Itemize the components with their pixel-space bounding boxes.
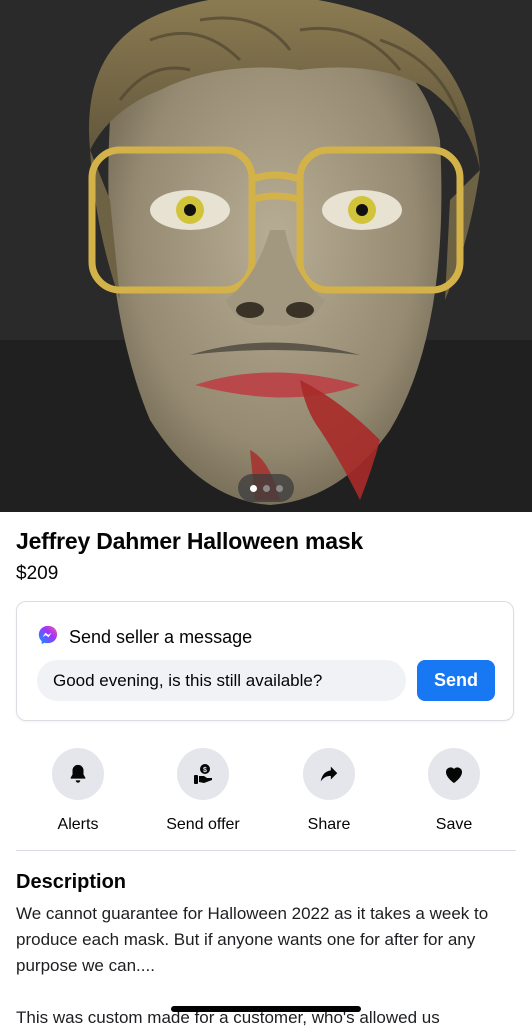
save-button[interactable]: Save xyxy=(399,748,509,834)
send-offer-circle[interactable]: $ xyxy=(177,748,229,800)
heart-icon xyxy=(446,767,462,783)
pager-dot xyxy=(249,484,257,492)
message-seller-card: Send seller a message Good evening, is t… xyxy=(16,601,514,721)
listing-title: Jeffrey Dahmer Halloween mask xyxy=(16,528,364,554)
photo-pager[interactable] xyxy=(238,474,294,502)
section-divider xyxy=(16,850,516,851)
share-button[interactable]: Share xyxy=(274,748,384,834)
messenger-icon xyxy=(37,624,59,651)
save-circle[interactable] xyxy=(428,748,480,800)
pager-dot xyxy=(275,484,283,492)
share-icon xyxy=(320,766,338,782)
send-button[interactable]: Send xyxy=(417,660,495,701)
message-header-label: Send seller a message xyxy=(69,627,253,647)
description-paragraph: We cannot guarantee for Halloween 2022 a… xyxy=(16,904,489,975)
share-label: Share xyxy=(307,816,351,833)
listing-photo[interactable] xyxy=(0,0,532,512)
message-input[interactable]: Good evening, is this still available? xyxy=(37,660,406,701)
description-heading: Description xyxy=(16,871,127,893)
mask-image xyxy=(0,0,532,512)
send-offer-label: Send offer xyxy=(166,816,240,833)
share-circle[interactable] xyxy=(303,748,355,800)
alerts-label: Alerts xyxy=(57,816,99,833)
save-label: Save xyxy=(435,816,473,833)
offer-icon: $ xyxy=(194,764,212,784)
message-header: Send seller a message xyxy=(37,624,252,651)
pager-dot xyxy=(262,484,270,492)
bell-icon xyxy=(70,764,86,783)
listing-price: $209 xyxy=(16,563,59,584)
send-offer-button[interactable]: $ Send offer xyxy=(148,748,258,834)
action-bar: Alerts $ Send offer Share Save xyxy=(0,748,532,838)
home-indicator[interactable] xyxy=(171,1006,361,1012)
svg-text:$: $ xyxy=(203,767,207,774)
alerts-button[interactable]: Alerts xyxy=(23,748,133,834)
alerts-circle[interactable] xyxy=(52,748,104,800)
